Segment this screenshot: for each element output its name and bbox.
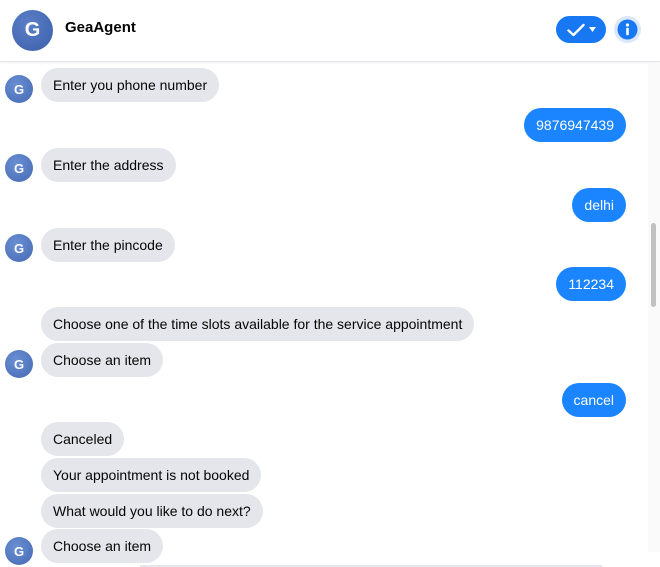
- agent-avatar-letter: G: [24, 19, 41, 41]
- bot-avatar: G: [5, 537, 33, 565]
- bot-message: Your appointment is not booked: [41, 458, 262, 492]
- choose-item-button[interactable]: Choose an item: [41, 343, 164, 377]
- chevron-down-icon: [588, 27, 596, 32]
- bot-avatar: G: [5, 234, 33, 262]
- bot-avatar: G: [5, 350, 33, 378]
- info-button[interactable]: [614, 16, 641, 43]
- bot-message: Choose one of the time slots available f…: [41, 307, 475, 341]
- user-message: delhi: [572, 188, 626, 222]
- info-icon: [617, 19, 638, 40]
- bot-message: What would you like to do next?: [41, 494, 263, 528]
- bot-message: Enter the pincode: [41, 228, 175, 262]
- agent-name: GeaAgent: [65, 19, 136, 36]
- bot-avatar: G: [5, 75, 33, 103]
- user-message: cancel: [561, 383, 626, 417]
- user-message: 112234: [556, 267, 626, 301]
- bot-message: Canceled: [41, 422, 125, 456]
- choose-item-button[interactable]: Choose an item: [41, 529, 164, 563]
- agent-avatar: G: [12, 10, 53, 51]
- check-icon: [566, 23, 585, 36]
- message-thread[interactable]: G Enter you phone number 9876947439 G En…: [0, 63, 648, 567]
- bot-avatar: G: [5, 154, 33, 182]
- bot-message: Enter you phone number: [41, 68, 220, 102]
- scrollbar-thumb[interactable]: [651, 223, 656, 307]
- status-dropdown-button[interactable]: [556, 16, 606, 43]
- bot-message: Enter the address: [41, 148, 176, 182]
- scrollbar[interactable]: [648, 63, 660, 552]
- user-message: 9876947439: [524, 108, 626, 142]
- chat-header: G GeaAgent: [0, 0, 660, 62]
